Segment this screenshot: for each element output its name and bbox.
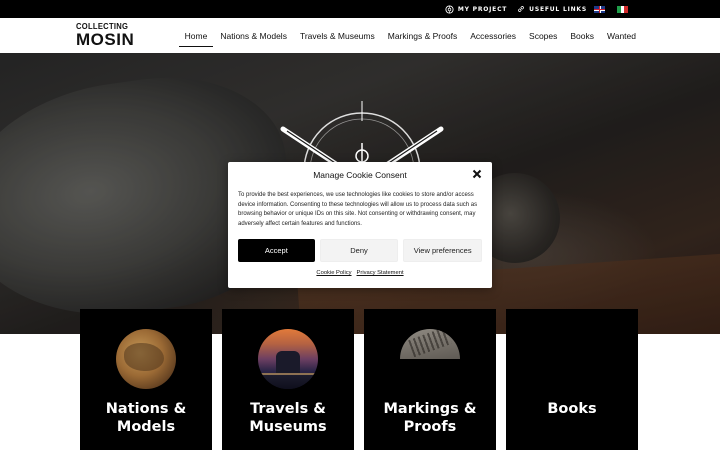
nav-item-books[interactable]: Books (570, 18, 594, 53)
cookie-dialog-title: Manage Cookie Consent (313, 170, 407, 180)
useful-links-link[interactable]: USEFUL LINKS (517, 5, 587, 13)
cathedral-image (258, 329, 318, 389)
cookie-consent-dialog: Manage Cookie Consent To provide the bes… (228, 162, 492, 288)
card-title: Travels & Museums (222, 400, 354, 436)
logo-bottom-text: MOSIN (76, 30, 135, 49)
privacy-statement-link[interactable]: Privacy Statement (357, 270, 404, 276)
card-title-line: Books (547, 401, 597, 417)
globe-image (116, 329, 176, 389)
nav-item-accessories[interactable]: Accessories (470, 18, 516, 53)
card-markings-proofs[interactable]: Markings & Proofs (364, 309, 496, 450)
card-books[interactable]: Books (506, 309, 638, 450)
card-title: Markings & Proofs (364, 400, 496, 436)
site-logo[interactable]: COLLECTING MOSIN (76, 22, 135, 50)
rifle-marking-image (400, 329, 460, 359)
card-title-line: Travels & (250, 401, 326, 417)
nav-item-nations-models[interactable]: Nations & Models (220, 18, 287, 53)
deny-button[interactable]: Deny (319, 239, 399, 262)
card-travels-museums[interactable]: Travels & Museums (222, 309, 354, 450)
card-title: Books (506, 400, 638, 418)
card-title-line: Models (116, 419, 176, 435)
card-title: Nations & Models (80, 400, 212, 436)
cookie-policy-link[interactable]: Cookie Policy (316, 270, 351, 276)
page: MY PROJECT USEFUL LINKS COLLECTING MOSIN… (0, 0, 720, 450)
card-nations-models[interactable]: Nations & Models (80, 309, 212, 450)
nav-item-home[interactable]: Home (178, 18, 214, 53)
my-project-label: MY PROJECT (457, 5, 508, 13)
category-cards: Nations & Models Travels & Museums Marki… (80, 309, 640, 450)
italy-flag-icon[interactable] (617, 6, 628, 13)
nav-item-markings-proofs[interactable]: Markings & Proofs (388, 18, 457, 53)
view-preferences-button[interactable]: View preferences (403, 239, 483, 262)
card-title-line: Nations & (105, 401, 187, 417)
close-icon[interactable] (472, 169, 482, 179)
card-title-line: Proofs (403, 419, 457, 435)
cookie-links: Cookie Policy Privacy Statement (228, 270, 492, 276)
logo-top-text: COLLECTING (76, 22, 129, 31)
nav-item-travels-museums[interactable]: Travels & Museums (300, 18, 375, 53)
nav-item-scopes[interactable]: Scopes (529, 18, 557, 53)
cookie-button-group: Accept Deny View preferences (238, 239, 483, 262)
cookie-dialog-text: To provide the best experiences, we use … (238, 192, 478, 227)
top-bar: MY PROJECT USEFUL LINKS (0, 0, 720, 18)
my-project-link[interactable]: MY PROJECT (445, 4, 508, 14)
header: COLLECTING MOSIN Home Nations & Models T… (0, 18, 720, 53)
accept-button[interactable]: Accept (238, 239, 315, 262)
uk-flag-icon[interactable] (594, 6, 605, 13)
nav-item-wanted[interactable]: Wanted (607, 18, 636, 53)
useful-links-label: USEFUL LINKS (529, 5, 587, 13)
card-title-line: Museums (249, 419, 327, 435)
card-title-line: Markings & (383, 401, 477, 417)
link-icon (518, 6, 525, 12)
main-nav: Home Nations & Models Travels & Museums … (178, 18, 636, 53)
crosshair-icon (445, 4, 454, 14)
